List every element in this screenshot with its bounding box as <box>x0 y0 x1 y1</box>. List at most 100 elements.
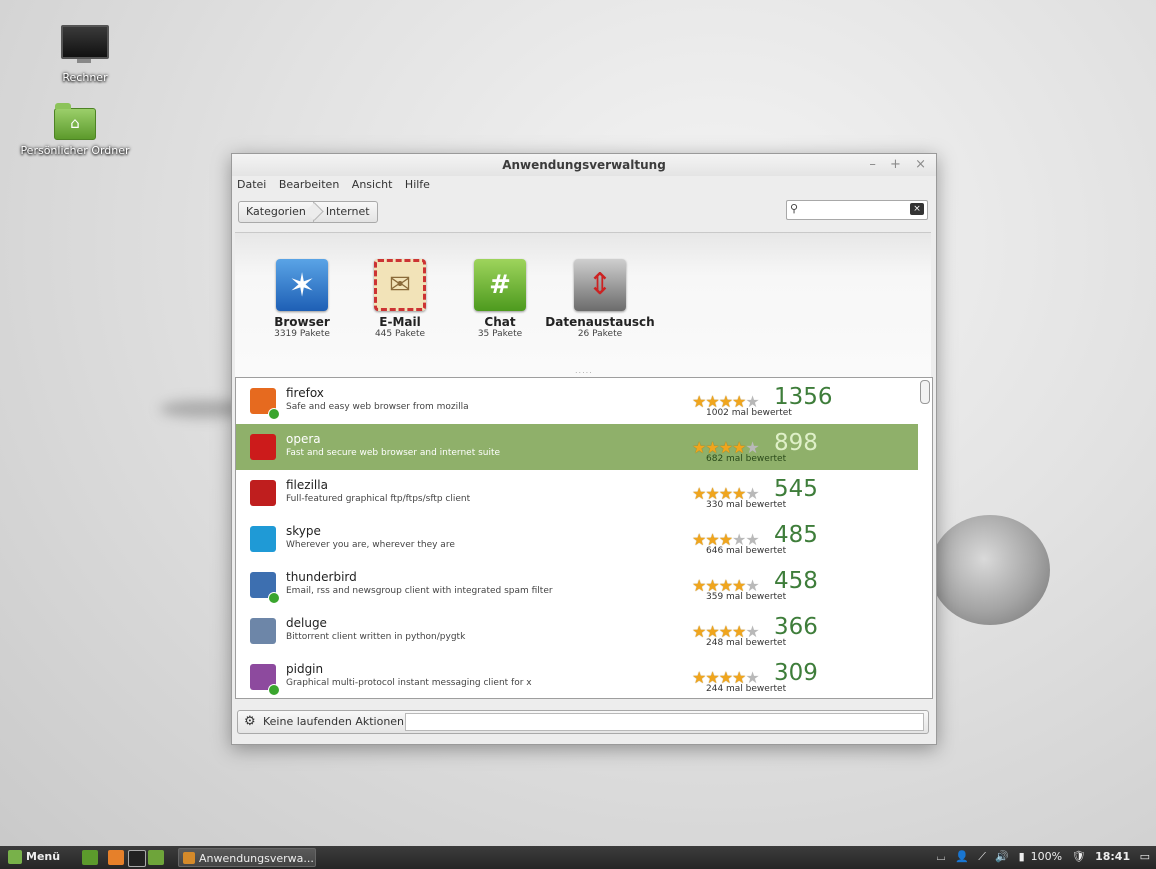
firefox-launcher-icon[interactable] <box>108 850 124 865</box>
star-filled-icon: ★ <box>692 576 706 595</box>
desktop-icon-home[interactable]: ⌂ Persönlicher Ordner <box>15 103 135 157</box>
taskbar-window-button[interactable]: Anwendungsverwa... <box>178 848 316 867</box>
menu-datei[interactable]: Datei <box>237 178 266 191</box>
desktop-icon-label: Rechner <box>62 71 108 84</box>
category-count: 35 Pakete <box>477 329 523 339</box>
app-description: Fast and secure web browser and internet… <box>286 448 501 458</box>
app-description: Safe and easy web browser from mozilla <box>286 402 469 412</box>
chat-icon <box>474 259 526 311</box>
maximize-button[interactable]: + <box>890 157 901 172</box>
clock[interactable]: 18:41 <box>1095 850 1130 863</box>
search-icon: ⚲ <box>790 202 799 215</box>
category-name: Browser <box>274 315 330 329</box>
app-row-pidgin[interactable]: pidgin Graphical multi-protocol instant m… <box>236 654 918 698</box>
status-progress-field <box>405 713 924 731</box>
deluge-icon <box>250 618 276 644</box>
vote-count: 248 mal bewertet <box>706 638 787 648</box>
search-input[interactable] <box>805 202 909 219</box>
minimize-button[interactable]: – <box>869 157 876 172</box>
star-filled-icon: ★ <box>692 668 706 687</box>
start-menu-button[interactable]: Menü <box>8 850 60 864</box>
window-title: Anwendungsverwaltung <box>502 158 666 172</box>
close-button[interactable]: × <box>915 157 926 172</box>
category-count: 26 Pakete <box>577 329 623 339</box>
category-count: 3319 Pakete <box>274 329 330 339</box>
titlebar[interactable]: Anwendungsverwaltung – + × <box>232 154 936 176</box>
app-description: Graphical multi-protocol instant messagi… <box>286 678 532 688</box>
vote-count: 359 mal bewertet <box>706 592 787 602</box>
app-name: firefox <box>286 386 324 400</box>
star-filled-icon: ★ <box>692 438 706 457</box>
category-email[interactable]: E-Mail 445 Pakete <box>345 259 455 339</box>
star-filled-icon: ★ <box>692 530 706 549</box>
app-name: filezilla <box>286 478 328 492</box>
app-score: 1356 <box>774 384 833 410</box>
file-transfer-icon <box>574 259 626 311</box>
app-name: pidgin <box>286 662 324 676</box>
keyboard-icon[interactable]: ⌴ <box>937 850 946 863</box>
category-chat[interactable]: Chat 35 Pakete <box>445 259 555 339</box>
show-desktop-icon[interactable] <box>82 850 98 865</box>
vote-count: 682 mal bewertet <box>706 454 787 464</box>
update-shield-icon[interactable]: 🛡 <box>1072 850 1086 863</box>
mint-logo <box>930 515 1050 625</box>
app-row-firefox[interactable]: firefox Safe and easy web browser from mo… <box>236 378 918 424</box>
start-menu-label: Menü <box>26 850 61 863</box>
desktop-icon-label: Persönlicher Ordner <box>20 144 130 157</box>
skype-icon <box>250 526 276 552</box>
app-name: deluge <box>286 616 327 630</box>
app-row-filezilla[interactable]: filezilla Full-featured graphical ftp/ftp… <box>236 470 918 516</box>
home-folder-icon: ⌂ <box>54 103 96 140</box>
app-score: 898 <box>774 430 818 456</box>
category-name: Datenaustausch <box>545 315 655 329</box>
opera-icon <box>250 434 276 460</box>
pane-resize-grip[interactable]: ..... <box>575 366 593 375</box>
battery-icon[interactable]: ▮ <box>1019 850 1025 863</box>
app-score: 458 <box>774 568 818 594</box>
files-launcher-icon[interactable] <box>148 850 164 865</box>
app-name: skype <box>286 524 321 538</box>
filezilla-icon <box>250 480 276 506</box>
category-pane: Browser 3319 Pakete E-Mail 445 Pakete Ch… <box>235 232 931 377</box>
app-description: Email, rss and newsgroup client with int… <box>286 586 553 596</box>
app-row-opera[interactable]: opera Fast and secure web browser and int… <box>236 424 918 470</box>
terminal-launcher-icon[interactable] <box>128 850 146 867</box>
breadcrumb-kategorien[interactable]: Kategorien <box>239 202 313 222</box>
star-filled-icon: ★ <box>692 484 706 503</box>
app-row-skype[interactable]: skype Wherever you are, wherever they are… <box>236 516 918 562</box>
category-name: E-Mail <box>379 315 421 329</box>
menu-hilfe[interactable]: Hilfe <box>405 178 430 191</box>
menubar: Datei Bearbeiten Ansicht Hilfe <box>232 176 936 194</box>
computer-icon <box>61 25 109 63</box>
app-description: Full-featured graphical ftp/ftps/sftp cl… <box>286 494 471 504</box>
app-score: 366 <box>774 614 818 640</box>
network-icon[interactable]: ⟋ <box>978 850 986 863</box>
mail-icon <box>374 259 426 311</box>
category-browser[interactable]: Browser 3319 Pakete <box>247 259 357 339</box>
vote-count: 646 mal bewertet <box>706 546 787 556</box>
category-datenaustausch[interactable]: Datenaustausch 26 Pakete <box>545 259 655 339</box>
app-score: 545 <box>774 476 818 502</box>
app-description: Bittorrent client written in python/pygt… <box>286 632 466 642</box>
system-tray: ⌴ 👤 ⟋ 🔊 ▮ 100% 🛡 18:41 ▭ <box>931 850 1150 864</box>
scrollbar[interactable] <box>920 380 930 404</box>
software-manager-window: Anwendungsverwaltung – + × Datei Bearbei… <box>231 153 937 745</box>
show-desktop-tray-icon[interactable]: ▭ <box>1140 850 1150 863</box>
breadcrumb-internet[interactable]: Internet <box>312 202 377 222</box>
battery-level: 100% <box>1030 850 1063 863</box>
installed-check-icon <box>268 408 280 420</box>
vote-count: 244 mal bewertet <box>706 684 787 694</box>
taskbar-window-label: Anwendungsverwa... <box>199 852 314 865</box>
clear-search-icon[interactable]: × <box>910 203 924 215</box>
star-filled-icon: ★ <box>692 392 706 411</box>
app-row-thunderbird[interactable]: thunderbird Email, rss and newsgroup clie… <box>236 562 918 608</box>
menu-ansicht[interactable]: Ansicht <box>352 178 393 191</box>
status-bar: ⚙ Keine laufenden Aktionen <box>237 710 929 734</box>
volume-icon[interactable]: 🔊 <box>995 850 1009 863</box>
installed-check-icon <box>268 684 280 696</box>
menu-bearbeiten[interactable]: Bearbeiten <box>279 178 339 191</box>
app-row-deluge[interactable]: deluge Bittorrent client written in pytho… <box>236 608 918 654</box>
app-name: opera <box>286 432 321 446</box>
user-icon[interactable]: 👤 <box>955 850 969 863</box>
desktop-icon-computer[interactable]: Rechner <box>25 25 145 84</box>
